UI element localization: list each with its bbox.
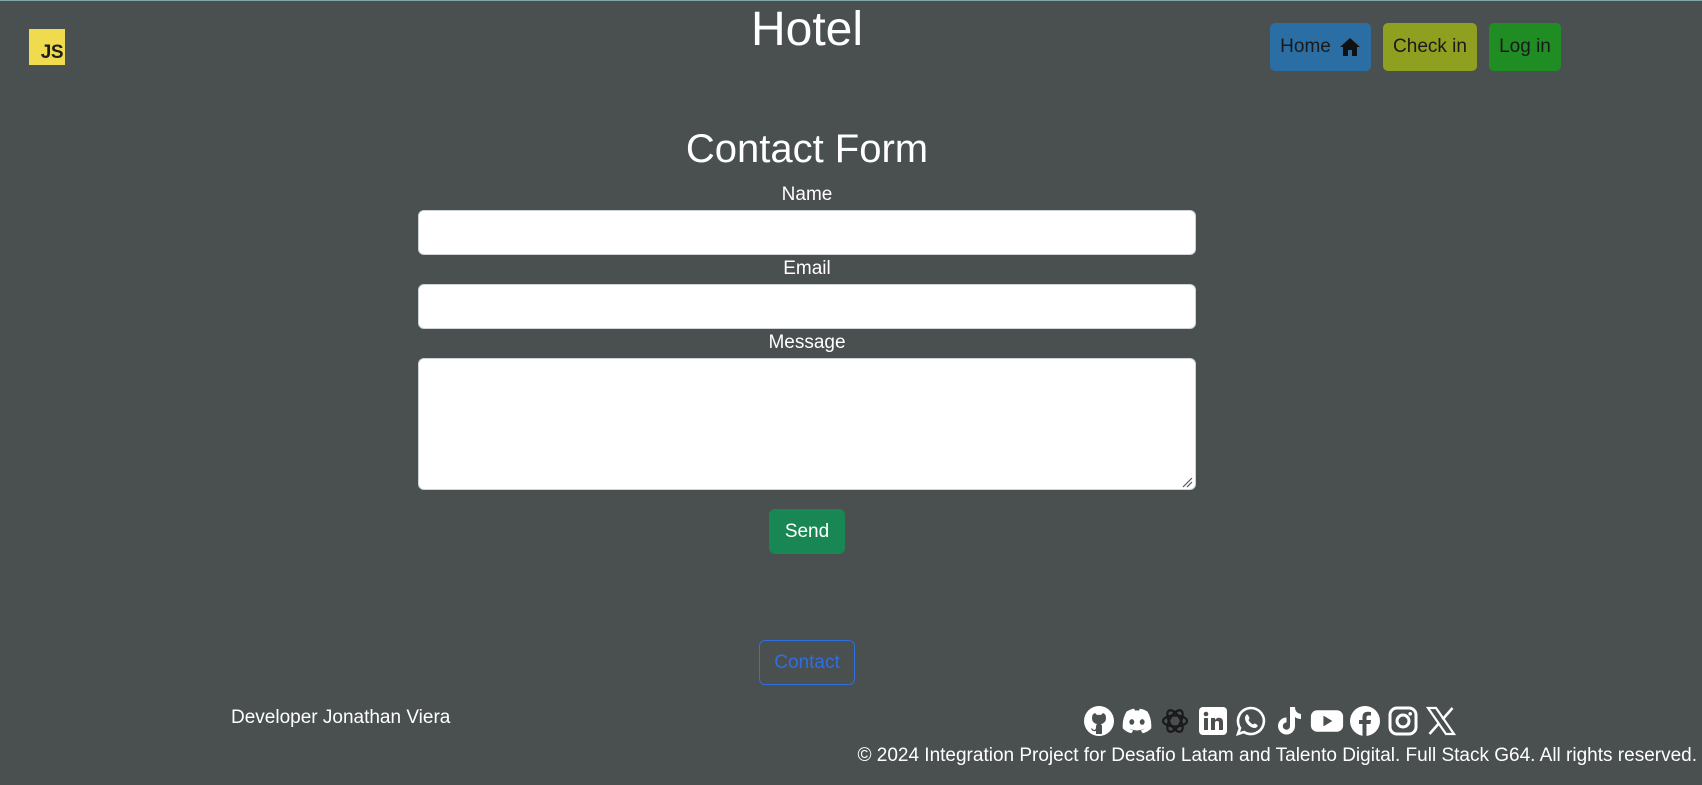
home-button-label: Home bbox=[1280, 36, 1331, 57]
contact-link[interactable]: Contact bbox=[759, 640, 855, 685]
message-textarea[interactable] bbox=[418, 358, 1196, 490]
message-label: Message bbox=[768, 332, 846, 353]
github-icon[interactable] bbox=[1082, 704, 1116, 738]
email-label: Email bbox=[783, 258, 831, 279]
social-links bbox=[1082, 704, 1458, 738]
send-button[interactable]: Send bbox=[769, 509, 845, 554]
facebook-icon[interactable] bbox=[1348, 704, 1382, 738]
name-label: Name bbox=[781, 184, 833, 205]
developer-credit: Developer Jonathan Viera bbox=[231, 707, 451, 728]
tiktok-icon[interactable] bbox=[1272, 704, 1306, 738]
youtube-icon[interactable] bbox=[1310, 704, 1344, 738]
form-title: Contact Form bbox=[685, 127, 929, 171]
home-button[interactable]: Home bbox=[1270, 23, 1371, 71]
checkin-button-label: Check in bbox=[1393, 36, 1467, 57]
house-icon bbox=[1339, 38, 1360, 56]
x-icon[interactable] bbox=[1424, 704, 1458, 738]
login-button-label: Log in bbox=[1499, 36, 1551, 57]
discord-icon[interactable] bbox=[1120, 704, 1154, 738]
email-input[interactable] bbox=[418, 284, 1196, 329]
instagram-icon[interactable] bbox=[1386, 704, 1420, 738]
resize-grip-icon[interactable] bbox=[1181, 476, 1193, 488]
login-button[interactable]: Log in bbox=[1489, 23, 1561, 71]
site-title: Hotel bbox=[750, 3, 864, 56]
linkedin-icon[interactable] bbox=[1196, 704, 1230, 738]
name-input[interactable] bbox=[418, 210, 1196, 255]
whatsapp-icon[interactable] bbox=[1234, 704, 1268, 738]
copyright-text: © 2024 Integration Project for Desafio L… bbox=[857, 745, 1697, 766]
checkin-button[interactable]: Check in bbox=[1383, 23, 1477, 71]
top-border bbox=[0, 0, 1702, 1]
openai-icon[interactable] bbox=[1158, 704, 1192, 738]
